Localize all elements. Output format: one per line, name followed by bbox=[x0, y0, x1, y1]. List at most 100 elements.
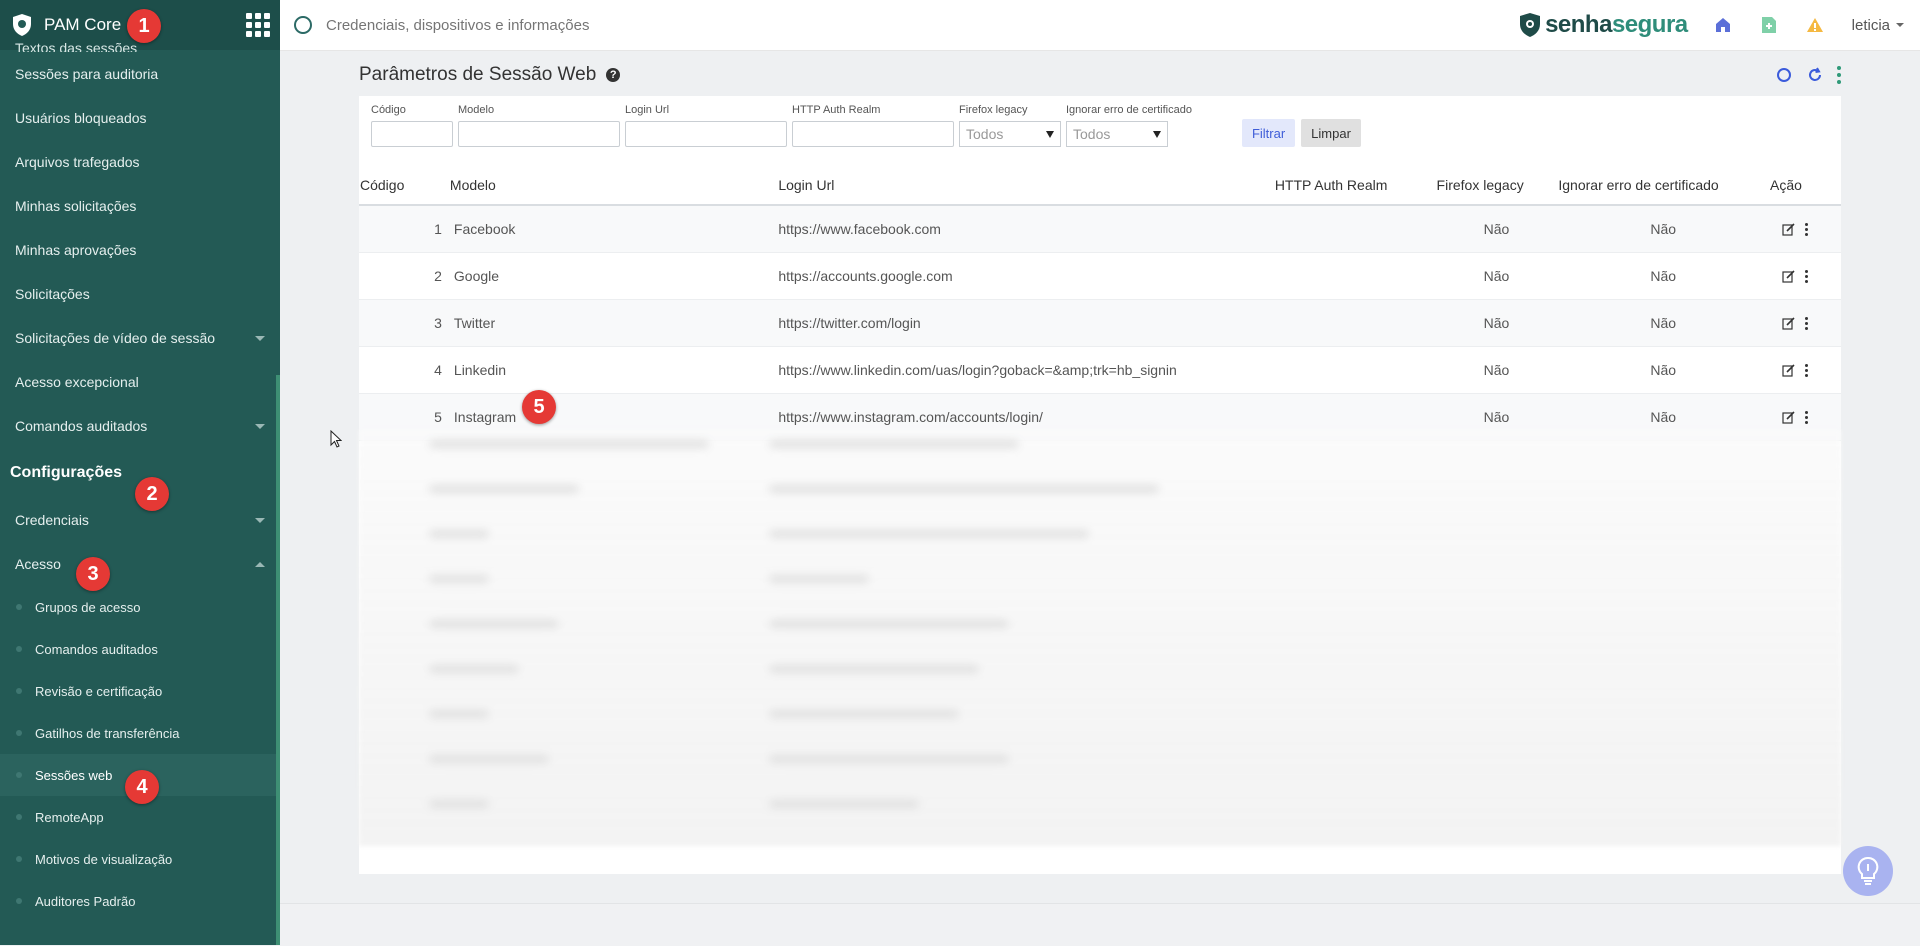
sidebar-item[interactable]: Sessões para auditoria bbox=[0, 52, 280, 96]
cell-url: https://www.linkedin.com/uas/login?gobac… bbox=[777, 346, 1274, 394]
apps-grid-icon[interactable] bbox=[246, 13, 270, 37]
more-options-icon[interactable] bbox=[1837, 66, 1841, 84]
column-header[interactable]: HTTP Auth Realm bbox=[1273, 166, 1436, 206]
sidebar-item[interactable]: Solicitações de vídeo de sessão bbox=[0, 316, 280, 360]
annotation-marker-3: 3 bbox=[76, 557, 110, 591]
column-header[interactable]: Firefox legacy bbox=[1435, 166, 1558, 206]
sidebar-subitem[interactable]: Revisão e certificação bbox=[0, 670, 280, 712]
search-input[interactable] bbox=[324, 15, 928, 35]
filter-button[interactable]: Filtrar bbox=[1241, 119, 1296, 147]
cell-actions bbox=[1769, 252, 1841, 300]
help-icon[interactable]: ? bbox=[606, 68, 621, 82]
table-row[interactable]: 2 Google https://accounts.google.com Não Não bbox=[359, 252, 1841, 300]
sidebar-item-label: Minhas solicitações bbox=[15, 198, 137, 214]
column-header[interactable]: Ação bbox=[1769, 166, 1841, 206]
cell-firefox: Não bbox=[1435, 346, 1558, 394]
sidebar-item[interactable]: Acesso excepcional bbox=[0, 360, 280, 404]
cell-code: 4 bbox=[359, 346, 450, 394]
cell-cert: Não bbox=[1557, 299, 1770, 347]
filter-label-modelo: Modelo bbox=[458, 104, 495, 116]
filter-login-url-input[interactable] bbox=[625, 121, 787, 147]
edit-icon[interactable] bbox=[1782, 222, 1795, 236]
chevron-down-icon bbox=[255, 423, 265, 429]
filter-bar: Código Modelo Login Url HTTP Auth Realm … bbox=[371, 104, 1361, 147]
help-bulb-button[interactable] bbox=[1843, 846, 1893, 896]
sidebar-subitem-label: Revisão e certificação bbox=[35, 683, 163, 699]
sidebar-subitem[interactable]: Gatilhos de transferência bbox=[0, 712, 280, 754]
clear-button[interactable]: Limpar bbox=[1301, 119, 1361, 147]
row-menu-icon[interactable] bbox=[1805, 316, 1809, 330]
sidebar-subitem-label: RemoteApp bbox=[35, 809, 104, 825]
sidebar-item-label: Solicitações bbox=[15, 286, 90, 302]
cell-realm bbox=[1273, 299, 1436, 347]
table-row[interactable]: 4 Linkedin https://www.linkedin.com/uas/lo… bbox=[359, 346, 1841, 394]
cell-actions bbox=[1769, 299, 1841, 347]
table-row[interactable]: 1 Facebook https://www.facebook.com Não Não bbox=[359, 205, 1841, 253]
sidebar-scrollbar[interactable] bbox=[276, 375, 280, 945]
dropdown-arrow-icon bbox=[1153, 130, 1161, 138]
sidebar-subitem[interactable]: Comandos auditados bbox=[0, 628, 280, 670]
annotation-marker-5: 5 bbox=[522, 390, 556, 424]
chevron-up-icon bbox=[255, 561, 265, 567]
blurred-rows bbox=[359, 430, 1841, 846]
sidebar-item[interactable]: Minhas solicitações bbox=[0, 184, 280, 228]
logo-text-segura: segura bbox=[1611, 11, 1688, 38]
edit-icon[interactable] bbox=[1782, 269, 1795, 283]
row-menu-icon[interactable] bbox=[1805, 410, 1809, 424]
edit-icon[interactable] bbox=[1782, 363, 1795, 377]
cell-model: Google bbox=[449, 252, 778, 300]
sidebar-item-label: Arquivos trafegados bbox=[15, 154, 140, 170]
column-header[interactable]: Código bbox=[359, 166, 450, 206]
annotation-marker-1: 1 bbox=[127, 9, 161, 43]
column-header[interactable]: Login Url bbox=[777, 166, 1274, 206]
sidebar-item[interactable]: Usuários bloqueados bbox=[0, 96, 280, 140]
home-icon[interactable] bbox=[1712, 14, 1734, 36]
user-menu[interactable]: leticia bbox=[1852, 17, 1904, 34]
sidebar-item-label: Credenciais bbox=[15, 512, 89, 528]
edit-icon[interactable] bbox=[1782, 316, 1795, 330]
lightbulb-icon bbox=[1857, 856, 1879, 885]
content-card: Código Modelo Login Url HTTP Auth Realm … bbox=[359, 96, 1841, 874]
cell-url: https://accounts.google.com bbox=[777, 252, 1274, 300]
search-icon bbox=[294, 16, 312, 34]
filter-modelo-input[interactable] bbox=[458, 121, 620, 147]
status-ring-icon[interactable] bbox=[1777, 68, 1791, 82]
cell-realm bbox=[1273, 205, 1436, 253]
sidebar-item[interactable]: Arquivos trafegados bbox=[0, 140, 280, 184]
sidebar-item[interactable]: Solicitações bbox=[0, 272, 280, 316]
sidebar-subitem-label: Motivos de visualização bbox=[35, 851, 173, 867]
annotation-marker-4: 4 bbox=[125, 770, 159, 804]
cell-firefox: Não bbox=[1435, 205, 1558, 253]
page-header: Parâmetros de Sessão Web ? bbox=[359, 60, 1841, 90]
annotation-marker-2: 2 bbox=[135, 477, 169, 511]
sidebar-item[interactable]: Minhas aprovações bbox=[0, 228, 280, 272]
filter-realm-input[interactable] bbox=[792, 121, 954, 147]
filter-label-firefox: Firefox legacy bbox=[959, 104, 1028, 116]
brand-name[interactable]: PAM Core bbox=[44, 15, 121, 35]
warning-icon[interactable] bbox=[1804, 14, 1826, 36]
row-menu-icon[interactable] bbox=[1805, 222, 1809, 236]
filter-label-login-url: Login Url bbox=[625, 104, 670, 116]
filter-cert-select[interactable]: Todos bbox=[1066, 121, 1168, 147]
sidebar-subitem[interactable]: Motivos de visualização bbox=[0, 838, 280, 880]
sidebar-item[interactable]: Comandos auditados bbox=[0, 404, 280, 448]
sidebar-subitem[interactable]: Grupos de acesso bbox=[0, 586, 280, 628]
column-header[interactable]: Ignorar erro de certificado bbox=[1557, 166, 1770, 206]
new-document-icon[interactable] bbox=[1758, 14, 1780, 36]
sidebar-subitem[interactable]: Auditores Padrão bbox=[0, 880, 280, 922]
user-name: leticia bbox=[1851, 16, 1890, 34]
row-menu-icon[interactable] bbox=[1805, 269, 1809, 283]
filter-label-realm: HTTP Auth Realm bbox=[792, 104, 881, 116]
edit-icon[interactable] bbox=[1782, 410, 1795, 424]
column-header[interactable]: Modelo bbox=[449, 166, 778, 206]
row-menu-icon[interactable] bbox=[1805, 363, 1809, 377]
filter-codigo-input[interactable] bbox=[371, 121, 453, 147]
shield-logo-icon bbox=[13, 14, 31, 36]
dropdown-arrow-icon bbox=[1046, 130, 1054, 138]
refresh-icon[interactable] bbox=[1807, 67, 1823, 83]
logo-shield-icon bbox=[1520, 13, 1541, 37]
table-row[interactable]: 3 Twitter https://twitter.com/login Não Não bbox=[359, 299, 1841, 347]
cell-code: 2 bbox=[359, 252, 450, 300]
sidebar-section-item[interactable]: Acesso bbox=[0, 542, 280, 586]
filter-firefox-select[interactable]: Todos bbox=[959, 121, 1061, 147]
